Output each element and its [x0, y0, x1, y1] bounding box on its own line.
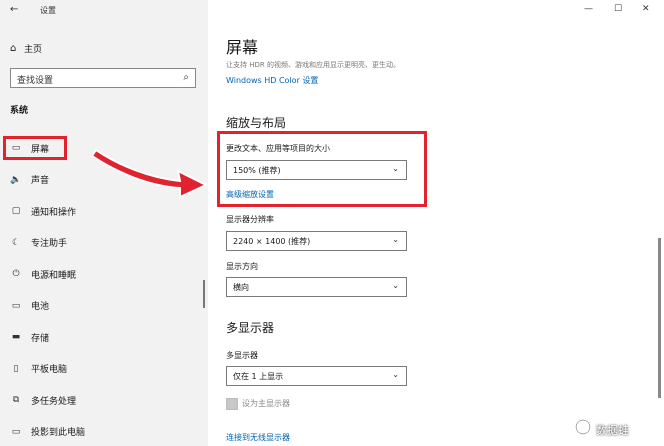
- settings-window: ← 设置 ⌂ 主页 查找设置 ⌕ 系统 ▭ 屏幕 🔈 声音 ▢ 通知和操作 ☾ 专注助手 ⏻ 电源…: [0, 0, 664, 446]
- watermark: 数据蛙: [596, 424, 629, 437]
- weibo-logo-icon: [574, 418, 592, 436]
- red-arrow-icon: [90, 148, 209, 199]
